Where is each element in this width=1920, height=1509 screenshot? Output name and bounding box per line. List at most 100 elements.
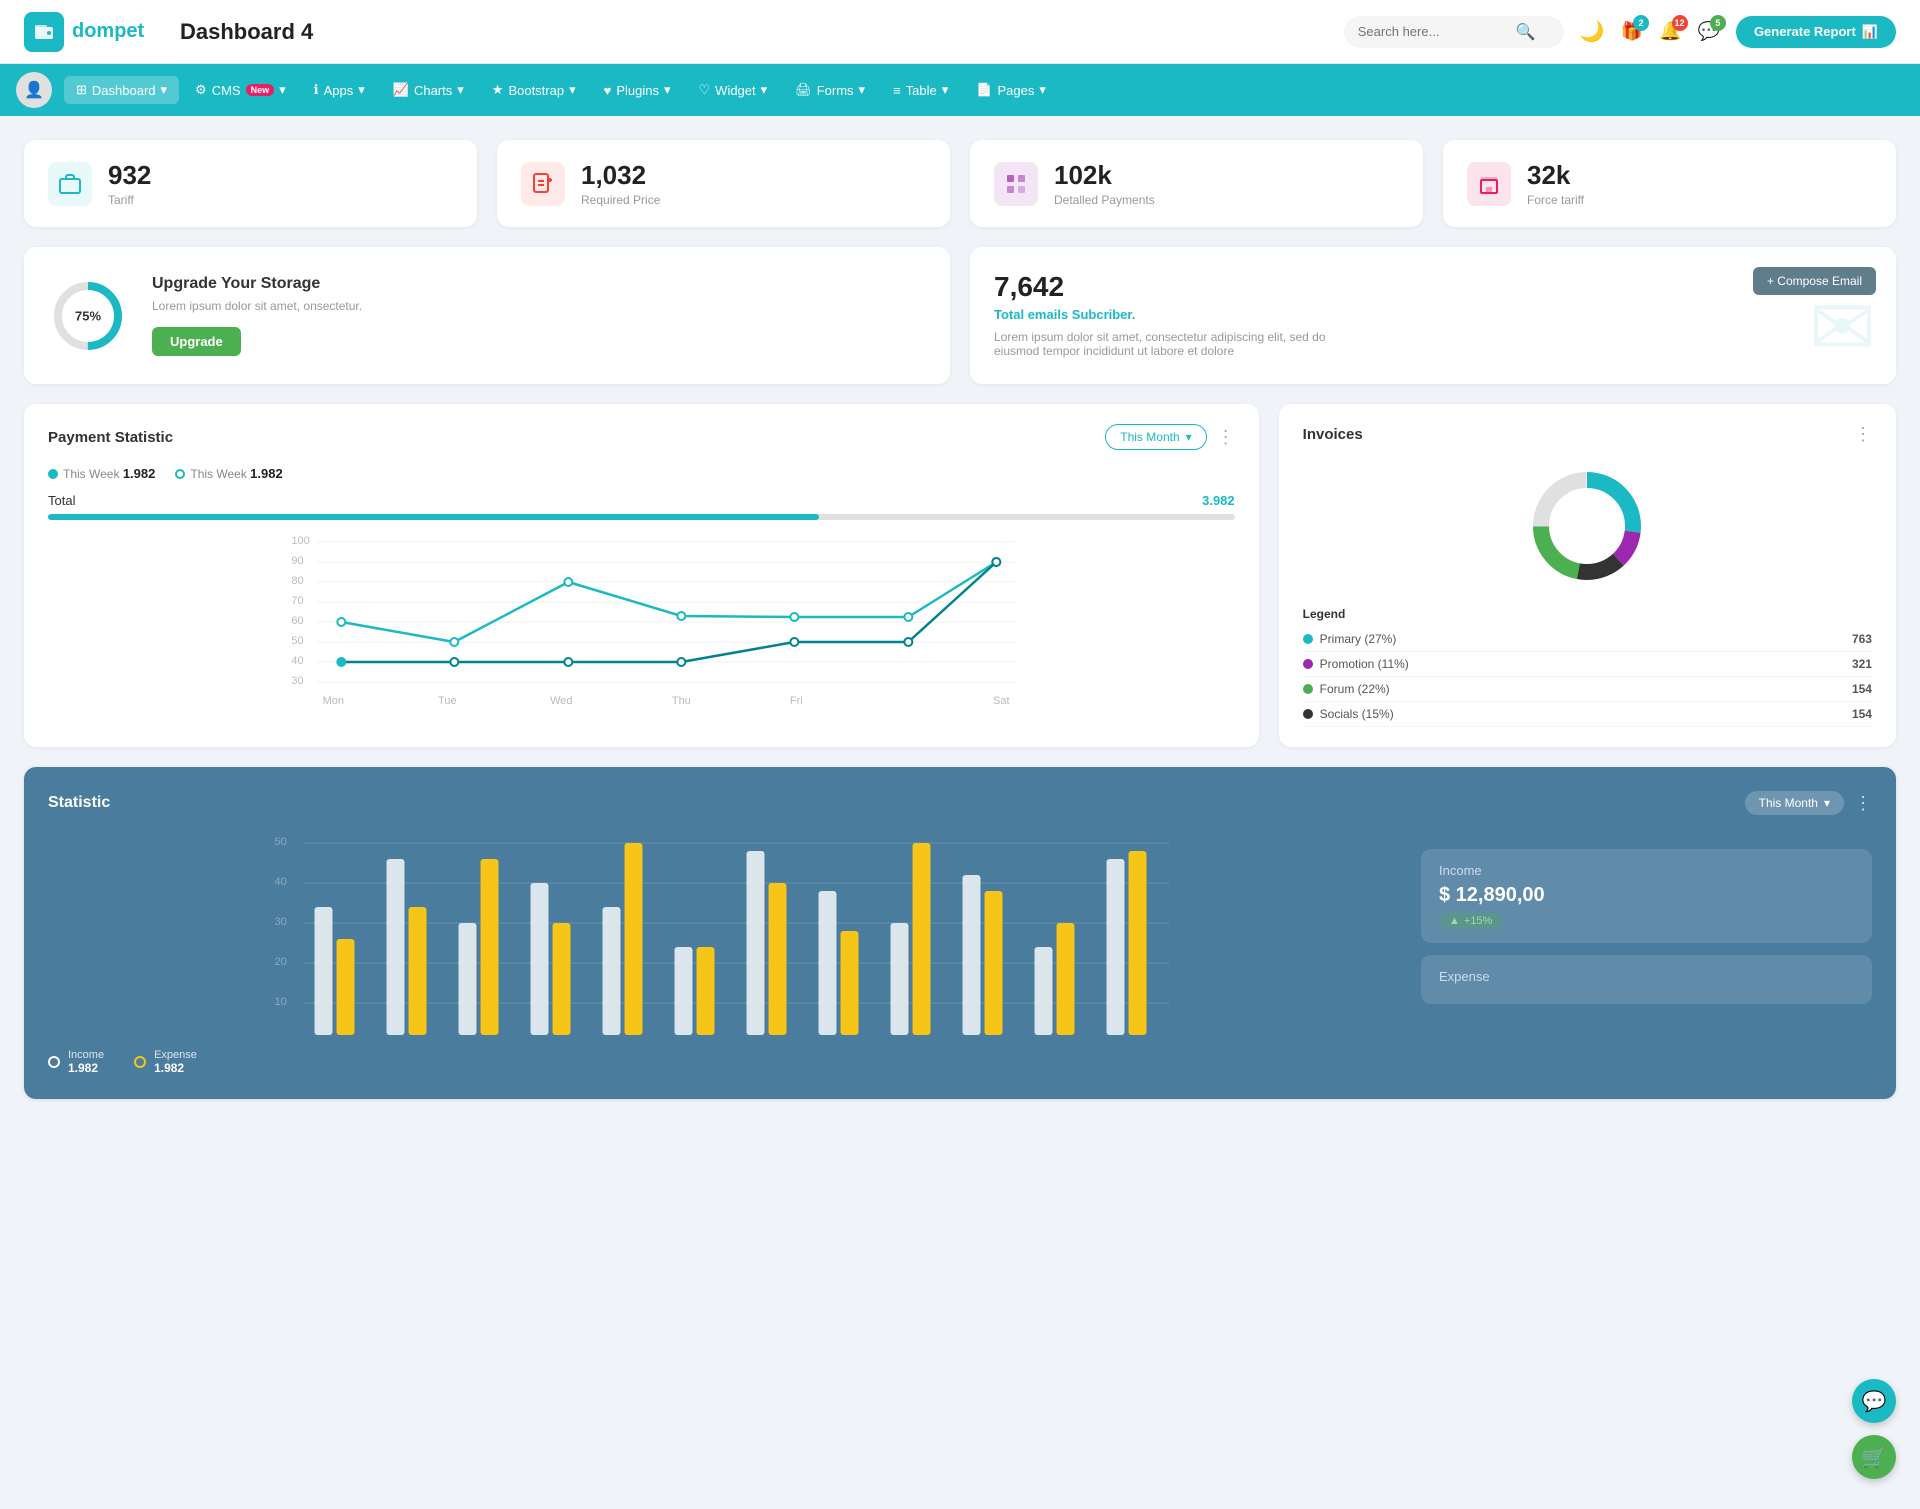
svg-text:30: 30 — [275, 916, 287, 928]
nav-item-table[interactable]: ≡ Table ▾ — [881, 76, 960, 104]
income-box-title: Income — [1439, 863, 1854, 878]
inv-legend-label-2: Forum (22%) — [1303, 682, 1390, 696]
chat-button[interactable]: 💬 5 — [1698, 21, 1720, 42]
chevron-down-icon-charts: ▾ — [457, 82, 464, 98]
nav-item-charts[interactable]: 📈 Charts ▾ — [381, 76, 476, 104]
nav-item-bootstrap[interactable]: ★ Bootstrap ▾ — [480, 76, 588, 104]
nav-label-forms: Forms — [817, 83, 854, 98]
notification-bell-button[interactable]: 🔔 12 — [1659, 21, 1681, 42]
legend-item-0: This Week 1.982 — [48, 466, 155, 481]
chevron-down-icon-plugins: ▾ — [664, 82, 671, 98]
nav-item-plugins[interactable]: ♥ Plugins ▾ — [592, 76, 683, 104]
charts-icon: 📈 — [393, 82, 409, 98]
storage-title: Upgrade Your Storage — [152, 275, 362, 293]
email-desc: Lorem ipsum dolor sit amet, consectetur … — [994, 330, 1374, 358]
stat-num-payments: 102k — [1054, 160, 1155, 191]
fab-container: 💬 🛒 — [1852, 1379, 1896, 1479]
expense-legend-circle — [134, 1056, 146, 1068]
fab-chat-button[interactable]: 💬 — [1852, 1379, 1896, 1423]
svg-text:50: 50 — [291, 635, 303, 647]
widget-icon: ♡ — [699, 82, 711, 98]
star-icon: ★ — [492, 82, 504, 98]
stat-info-payments: 102k Detalled Payments — [1054, 160, 1155, 207]
logo-text: dompet — [72, 20, 144, 43]
invoices-more-icon[interactable]: ⋮ — [1854, 424, 1872, 445]
inv-dot-3 — [1303, 709, 1313, 719]
nav-item-apps[interactable]: ℹ Apps ▾ — [302, 76, 377, 104]
stat-more-icon[interactable]: ⋮ — [1854, 793, 1872, 814]
nav-item-forms[interactable]: 🖨 Forms ▾ — [783, 76, 877, 104]
inv-val-2: 154 — [1852, 682, 1872, 696]
income-label: Income — [68, 1049, 104, 1061]
inv-label-0: Primary (27%) — [1320, 632, 1397, 646]
svg-text:Fri: Fri — [790, 695, 803, 707]
fab-cart-button[interactable]: 🛒 — [1852, 1435, 1896, 1479]
stat-cards-row: 932 Tariff 1,032 Required Price 102k Det… — [24, 140, 1896, 227]
invoices-donut-container — [1303, 461, 1872, 591]
nav-label-bootstrap: Bootstrap — [508, 83, 564, 98]
income-val: 1.982 — [68, 1061, 104, 1075]
payment-progress-bar — [48, 514, 1235, 520]
heart-icon: ♥ — [604, 83, 612, 98]
stat-legend-expense: Expense 1.982 — [134, 1049, 197, 1075]
stat-num-force: 32k — [1527, 160, 1584, 191]
stat-this-month-button[interactable]: This Month ▾ — [1745, 791, 1844, 815]
income-badge: ▲ +15% — [1439, 913, 1502, 929]
stat-card-price: 1,032 Required Price — [497, 140, 950, 227]
invoices-card: Invoices ⋮ Legend — [1279, 404, 1896, 747]
upgrade-button[interactable]: Upgrade — [152, 327, 241, 356]
nav-label-charts: Charts — [414, 83, 452, 98]
nav-item-pages[interactable]: 📄 Pages ▾ — [964, 76, 1058, 104]
svg-text:Tue: Tue — [438, 695, 457, 707]
income-amount: $ 12,890,00 — [1439, 884, 1854, 907]
statistic-title: Statistic — [48, 794, 110, 812]
income-pct: +15% — [1464, 915, 1492, 927]
svg-text:40: 40 — [275, 876, 287, 888]
nav-item-cms[interactable]: ⚙ CMS New ▾ — [183, 76, 298, 104]
more-options-icon[interactable]: ⋮ — [1217, 427, 1235, 448]
legend-val-1: 1.982 — [250, 466, 283, 481]
stat-label-payments: Detalled Payments — [1054, 193, 1155, 207]
svg-text:70: 70 — [291, 595, 303, 607]
fab-chat-icon: 💬 — [1862, 1389, 1887, 1414]
logo[interactable]: dompet — [24, 12, 164, 52]
inv-dot-0 — [1303, 634, 1313, 644]
this-month-label: This Month — [1120, 430, 1179, 444]
chevron-down-icon-table: ▾ — [942, 82, 949, 98]
legend-label-0: This Week — [63, 467, 119, 481]
generate-report-button[interactable]: Generate Report 📊 — [1736, 16, 1896, 48]
chevron-down-icon: ▾ — [161, 82, 168, 98]
expense-val: 1.982 — [154, 1061, 197, 1075]
stat-legend-income: Income 1.982 — [48, 1049, 104, 1075]
grid-icon — [994, 162, 1038, 206]
theme-toggle-button[interactable]: 🌙 — [1580, 19, 1605, 44]
bar-chart-section: 50 40 30 20 10 — [48, 835, 1401, 1075]
bar-chart-area: 50 40 30 20 10 — [48, 835, 1401, 1035]
nav-label-dashboard: Dashboard — [92, 83, 156, 98]
search-icon: 🔍 — [1516, 22, 1536, 42]
svg-text:10: 10 — [275, 996, 287, 1008]
statistic-content: 50 40 30 20 10 — [48, 835, 1872, 1075]
gift-icon-button[interactable]: 🎁 2 — [1621, 21, 1643, 42]
email-bg-icon: ✉ — [1809, 281, 1876, 374]
payment-title: Payment Statistic — [48, 429, 173, 446]
info-icon: ℹ — [314, 82, 319, 98]
chevron-down-icon-forms: ▾ — [859, 82, 866, 98]
chevron-down-icon-cms: ▾ — [279, 82, 286, 98]
inv-legend-row-3: Socials (15%) 154 — [1303, 702, 1872, 727]
expense-label: Expense — [154, 1049, 197, 1061]
nav-item-widget[interactable]: ♡ Widget ▾ — [687, 76, 780, 104]
payment-header: Payment Statistic This Month ▾ ⋮ — [48, 424, 1235, 450]
this-month-button[interactable]: This Month ▾ — [1105, 424, 1206, 450]
inv-legend-row-0: Primary (27%) 763 — [1303, 627, 1872, 652]
income-box: Income $ 12,890,00 ▲ +15% — [1421, 849, 1872, 943]
stat-label-tariff: Tariff — [108, 193, 151, 207]
legend-dot-0 — [48, 469, 58, 479]
search-input[interactable] — [1358, 24, 1508, 39]
inv-legend-label-0: Primary (27%) — [1303, 632, 1397, 646]
stat-chevron-icon: ▾ — [1824, 796, 1830, 810]
bell-badge: 12 — [1672, 15, 1688, 31]
nav-item-dashboard[interactable]: ⊞ Dashboard ▾ — [64, 76, 179, 104]
payment-card: Payment Statistic This Month ▾ ⋮ This We… — [24, 404, 1259, 747]
income-section: Income $ 12,890,00 ▲ +15% Expense — [1421, 835, 1872, 1075]
